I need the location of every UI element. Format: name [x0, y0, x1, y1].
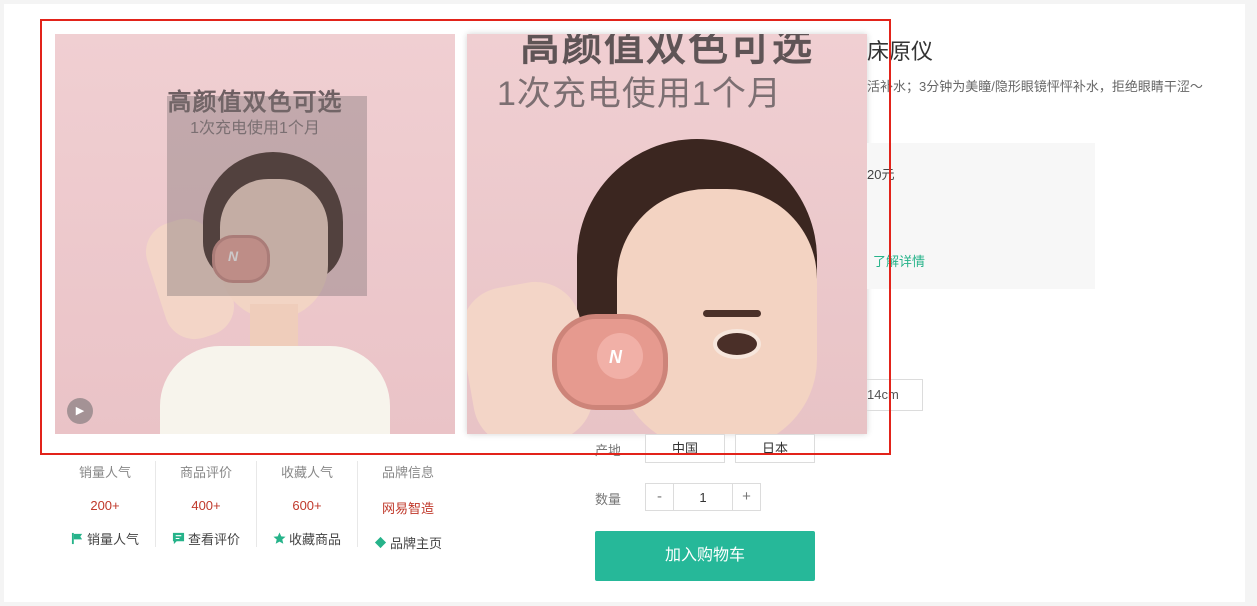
quantity-input[interactable] [674, 483, 732, 511]
stat-reviews: 商品评价 400+ 查看评价 [156, 461, 257, 547]
play-video-icon[interactable]: ▶ [67, 398, 93, 424]
stat-sales: 销量人气 200+ 销量人气 [55, 461, 156, 547]
stat-label: 商品评价 [179, 465, 232, 480]
zoom-image-subtitle: 1次充电使用1个月 [497, 75, 782, 113]
stat-action-favorite[interactable]: 收藏商品 [257, 529, 357, 548]
stat-value: 网易智造 [381, 501, 434, 516]
decrease-button[interactable]: - [645, 483, 674, 511]
zoom-preview: N 高颜值双色可选 1次充电使用1个月 [467, 34, 867, 434]
stat-action-label: 查看评价 [187, 532, 240, 547]
zoom-device-logo: N [609, 347, 622, 367]
comment-icon [172, 532, 185, 545]
product-stats: 销量人气 200+ 销量人气 商品评价 400+ 查看评价 收藏人气 600+ … [55, 461, 458, 551]
stat-action-brand[interactable]: 品牌主页 [358, 533, 458, 552]
stat-brand: 品牌信息 网易智造 品牌主页 [358, 461, 458, 551]
zoom-model-brow [703, 310, 761, 317]
product-main-image[interactable]: N 高颜值双色可选 1次充电使用1个月 ▶ [55, 34, 455, 434]
stat-favorites: 收藏人气 600+ 收藏商品 [257, 461, 358, 547]
stat-action-label: 销量人气 [86, 532, 139, 547]
promo-text: 20元 [867, 167, 895, 182]
stat-value: 400+ [191, 498, 221, 513]
stat-label: 销量人气 [78, 465, 131, 480]
zoom-model-eye [713, 329, 761, 359]
magnifier-lens[interactable] [167, 96, 367, 296]
zoom-device: N [552, 314, 668, 410]
flag-icon [71, 532, 83, 545]
add-to-cart-button[interactable]: 加入购物车 [595, 531, 815, 581]
quantity-stepper: - + [645, 483, 761, 511]
stat-label: 品牌信息 [381, 465, 434, 480]
model-shirt [160, 346, 390, 434]
stat-label: 收藏人气 [280, 465, 333, 480]
learn-more-link[interactable]: 了解详情 [873, 251, 925, 270]
stat-action-reviews[interactable]: 查看评价 [156, 529, 256, 548]
origin-label: 产地 [595, 443, 622, 458]
stat-value: 200+ [90, 498, 120, 513]
product-title: 床原仪 [867, 39, 934, 64]
spec-option[interactable]: 14cm [867, 379, 923, 411]
origin-option-japan[interactable]: 日本 [735, 434, 815, 463]
origin-option-china[interactable]: 中国 [645, 434, 725, 463]
increase-button[interactable]: + [732, 483, 761, 511]
product-description: 活补水；3分钟为美瞳/隐形眼镜怦怦补水，拒绝眼睛干涩～ [867, 79, 1203, 94]
stat-action-sales[interactable]: 销量人气 [55, 529, 155, 548]
stat-action-label: 品牌主页 [389, 536, 442, 551]
quantity-label: 数量 [595, 492, 622, 507]
brand-icon [374, 536, 387, 549]
stat-action-label: 收藏商品 [288, 532, 341, 547]
star-icon [273, 532, 286, 544]
stat-value: 600+ [292, 498, 322, 513]
